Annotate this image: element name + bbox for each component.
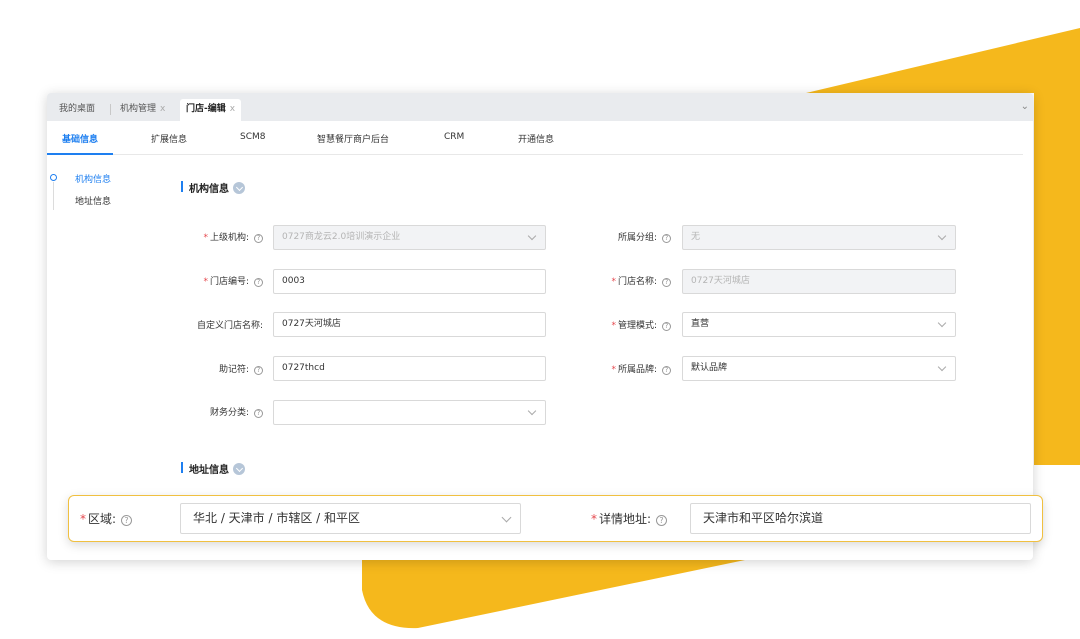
tab-scm8[interactable]: SCM8 [240,132,266,142]
help-icon[interactable]: ? [662,322,671,331]
brand-value: 默认品牌 [691,363,728,373]
top-tab-bar: 我的桌面 机构管理 x 门店-编辑 x ⌄ [47,93,1033,121]
chevron-down-icon [527,406,537,416]
required-mark: * [611,321,616,331]
help-icon[interactable]: ? [254,409,263,418]
finance-class-select[interactable] [273,400,546,425]
store-name-input[interactable]: 0727天河城店 [682,269,956,294]
tab-desktop-label: 我的桌面 [59,104,96,114]
brand-select[interactable]: 默认品牌 [682,356,956,381]
section-org-label: 机构信息 [189,184,229,195]
mnemonic-input[interactable]: 0727thcd [273,356,546,381]
tab-org-manage[interactable]: 机构管理 x [120,99,165,121]
mnemonic-label: 助记符:? [167,362,263,375]
tab-desktop[interactable]: 我的桌面 [59,99,95,121]
collapse-chevron-icon[interactable] [233,463,245,475]
close-icon[interactable]: x [230,104,235,114]
help-icon[interactable]: ? [656,515,668,526]
help-icon[interactable]: ? [254,234,263,243]
mgmt-mode-value: 直营 [691,319,710,329]
region-value: 华北 / 天津市 / 市辖区 / 和平区 [193,511,361,525]
help-icon[interactable]: ? [662,366,671,375]
custom-name-input[interactable]: 0727天河城店 [273,312,546,337]
tab-separator [110,104,111,115]
brand-label: * 所属品牌:? [575,362,671,375]
group-label: 所属分组:? [575,230,671,243]
finance-class-label-text: 财务分类: [209,408,249,418]
brand-label-text: 所属品牌: [617,365,657,375]
required-mark: * [80,512,86,526]
mgmt-mode-label-text: 管理模式: [617,321,657,331]
tab-basic-info[interactable]: 基础信息 [62,132,98,145]
tab-store-edit[interactable]: 门店-编辑 x [180,99,242,121]
help-icon[interactable]: ? [662,234,671,243]
mgmt-mode-select[interactable]: 直营 [682,312,956,337]
help-icon[interactable]: ? [121,515,133,526]
parent-org-value: 0727商龙云2.0培训演示企业 [282,232,401,242]
required-mark: * [611,277,616,287]
region-cascader[interactable]: 华北 / 天津市 / 市辖区 / 和平区 [180,503,521,534]
tab-store-edit-label: 门店-编辑 [186,104,226,114]
custom-name-label: 自定义门店名称: [196,321,263,331]
group-label-text: 所属分组: [617,233,657,243]
store-code-label-text: 门店编号: [209,277,249,287]
app-window: 我的桌面 机构管理 x 门店-编辑 x ⌄ 基础信息 扩展信息 SCM8 智慧餐厅商… [47,93,1033,560]
anchor-line [53,182,54,210]
tab-crm[interactable]: CRM [444,132,464,142]
finance-class-label: 财务分类:? [167,405,263,418]
address-label-text: 详情地址: [599,512,652,526]
mnemonic-label-text: 助记符: [218,365,249,375]
address-input[interactable]: 天津市和平区哈尔滨道 [690,503,1031,534]
stage: 我的桌面 机构管理 x 门店-编辑 x ⌄ 基础信息 扩展信息 SCM8 智慧餐厅商… [0,0,1080,639]
chevron-down-icon [527,231,537,241]
tab-extended-info[interactable]: 扩展信息 [151,132,187,145]
address-highlight-card: * 区域:? 华北 / 天津市 / 市辖区 / 和平区 * 详情地址:? 天津市和平… [68,495,1043,542]
group-select[interactable]: 无 [682,225,956,250]
chevron-down-icon [937,231,947,241]
required-mark: * [611,365,616,375]
mgmt-mode-label: * 管理模式:? [575,318,671,331]
parent-org-label: * 上级机构:? [167,230,263,243]
anchor-org-info[interactable]: 机构信息 [75,172,111,185]
region-label: * 区域:? [80,510,133,527]
chevron-down-icon[interactable]: ⌄ [1021,101,1029,112]
help-icon[interactable]: ? [254,278,263,287]
help-icon[interactable]: ? [662,278,671,287]
help-icon[interactable]: ? [254,366,263,375]
section-address-label: 地址信息 [189,465,229,476]
close-icon[interactable]: x [160,104,165,114]
chevron-down-icon [937,362,947,372]
parent-org-label-text: 上级机构: [209,233,249,243]
anchor-address-info[interactable]: 地址信息 [75,194,111,207]
required-mark: * [203,233,208,243]
collapse-chevron-icon[interactable] [233,182,245,194]
tab-activation-info[interactable]: 开通信息 [518,132,554,145]
chevron-down-icon [501,512,512,523]
store-code-label: * 门店编号:? [167,274,263,287]
store-name-label-text: 门店名称: [617,277,657,287]
sub-tab-bar: 基础信息 扩展信息 SCM8 智慧餐厅商户后台 CRM 开通信息 [47,121,1023,155]
store-code-input[interactable]: 0003 [273,269,546,294]
store-name-label: * 门店名称:? [575,274,671,287]
section-title-address: 地址信息 [181,461,245,476]
tab-smart-restaurant[interactable]: 智慧餐厅商户后台 [317,132,389,145]
tab-org-manage-label: 机构管理 [120,104,157,114]
region-label-text: 区域: [88,512,117,526]
required-mark: * [203,277,208,287]
address-label: * 详情地址:? [591,510,668,527]
required-mark: * [591,512,597,526]
group-value: 无 [691,232,701,242]
active-tab-indicator [47,153,113,155]
section-title-org: 机构信息 [181,180,245,195]
parent-org-select[interactable]: 0727商龙云2.0培训演示企业 [273,225,546,250]
chevron-down-icon [937,318,947,328]
anchor-dot-icon [50,174,57,181]
